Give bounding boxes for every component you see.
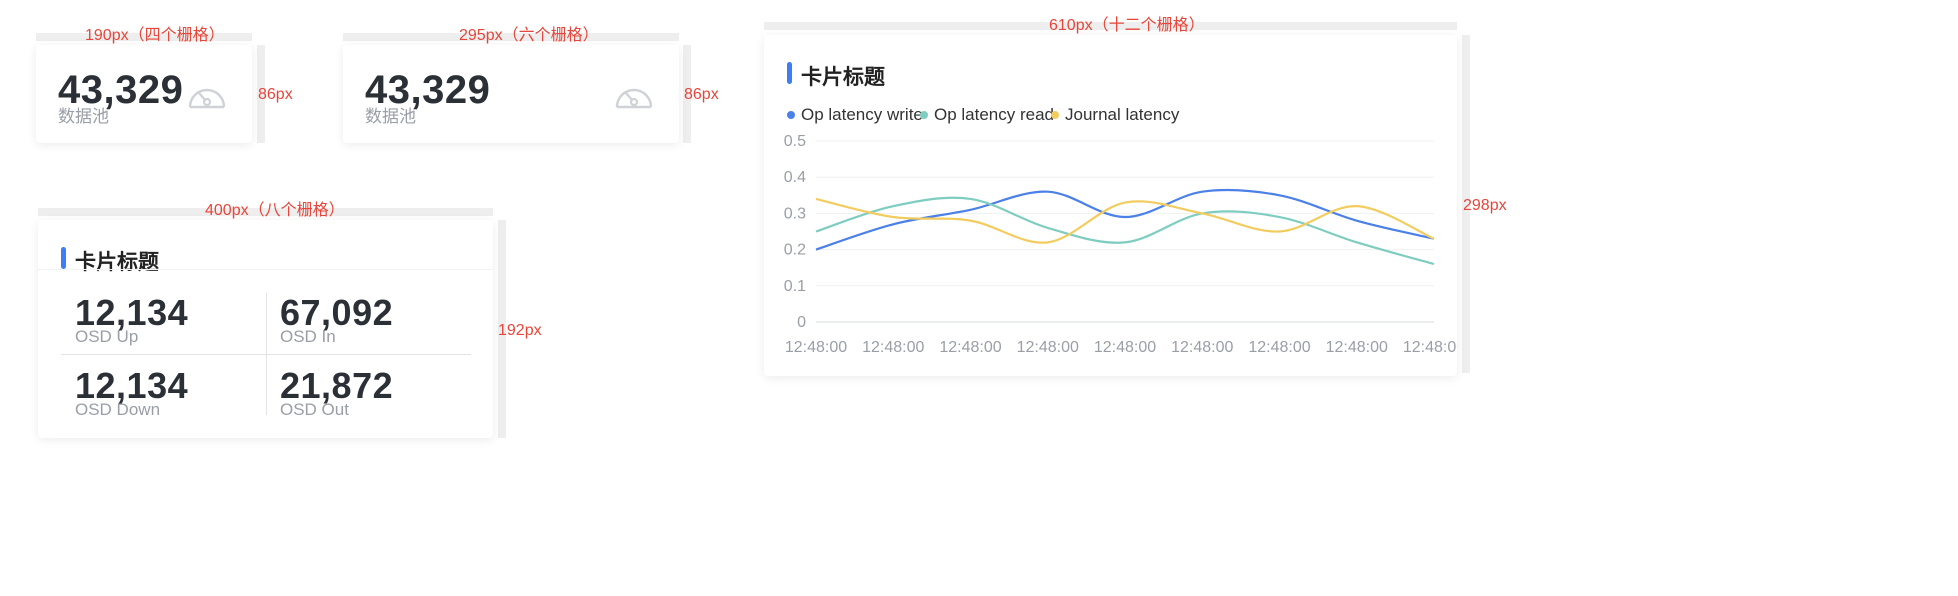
dim-card-md-width: 295px（六个栅格） [459, 27, 599, 44]
card-title: 卡片标题 [75, 251, 159, 274]
x-tick-label: 12:48:00 [1017, 339, 1079, 356]
dim-card-lg-height: 192px [498, 322, 542, 339]
y-tick-label: 0.5 [784, 133, 806, 150]
chart-card: 卡片标题 Op latency write Op latency read Jo… [764, 35, 1457, 376]
x-tick-label: 12:48:00 [785, 339, 847, 356]
dim-card-sm-width: 190px（四个栅格） [85, 27, 225, 44]
series-line-write [815, 188, 1435, 251]
y-tick-label: 0.3 [784, 205, 806, 222]
osd-down-label: OSD Down [75, 400, 161, 419]
y-tick-label: 0.1 [784, 278, 806, 295]
y-tick-label: 0.4 [784, 169, 806, 186]
latency-line-chart: 0 0.1 0.2 0.3 0.4 0.5 12:48:00 12:48:00 12:48:00… [784, 133, 1457, 356]
grid-divider-vertical [266, 293, 267, 415]
osd-out-label: OSD Out [280, 400, 349, 419]
y-tick-label: 0.2 [784, 242, 806, 259]
stat-card-medium: 43,329 数据池 [343, 45, 679, 143]
x-tick-label: 12:48:00 [939, 339, 1001, 356]
dim-card-sm-height: 86px [258, 86, 293, 103]
osd-up-label: OSD Up [75, 327, 139, 346]
osd-card: 卡片标题 12,134 OSD Up 67,092 OSD In 12,134 … [38, 220, 493, 438]
dim-card-xl-width: 610px（十二个栅格） [1049, 17, 1205, 34]
x-tick-label: 12:48:00 [1094, 339, 1156, 356]
speedometer-icon [188, 88, 226, 109]
stat-card-small: 43,329 数据池 [36, 45, 252, 143]
speedometer-icon [615, 88, 653, 109]
y-tick-label: 0 [797, 314, 806, 331]
stat-label: 数据池 [365, 107, 416, 126]
dim-card-lg-width: 400px（八个栅格） [205, 202, 345, 219]
osd-in-label: OSD In [280, 327, 336, 346]
x-tick-label: 12:48:00 [862, 339, 924, 356]
x-tick-label: 12:48:00 [1171, 339, 1233, 356]
card-title-accent [61, 247, 66, 269]
dim-card-md-height: 86px [684, 86, 719, 103]
header-divider [38, 269, 493, 270]
x-tick-label: 12:48:00 [1326, 339, 1388, 356]
stat-label: 数据池 [58, 107, 109, 126]
x-tick-label: 12:48:00 [1248, 339, 1310, 356]
x-tick-label: 12:48:00 [1403, 339, 1457, 356]
dim-card-xl-height: 298px [1463, 197, 1507, 214]
